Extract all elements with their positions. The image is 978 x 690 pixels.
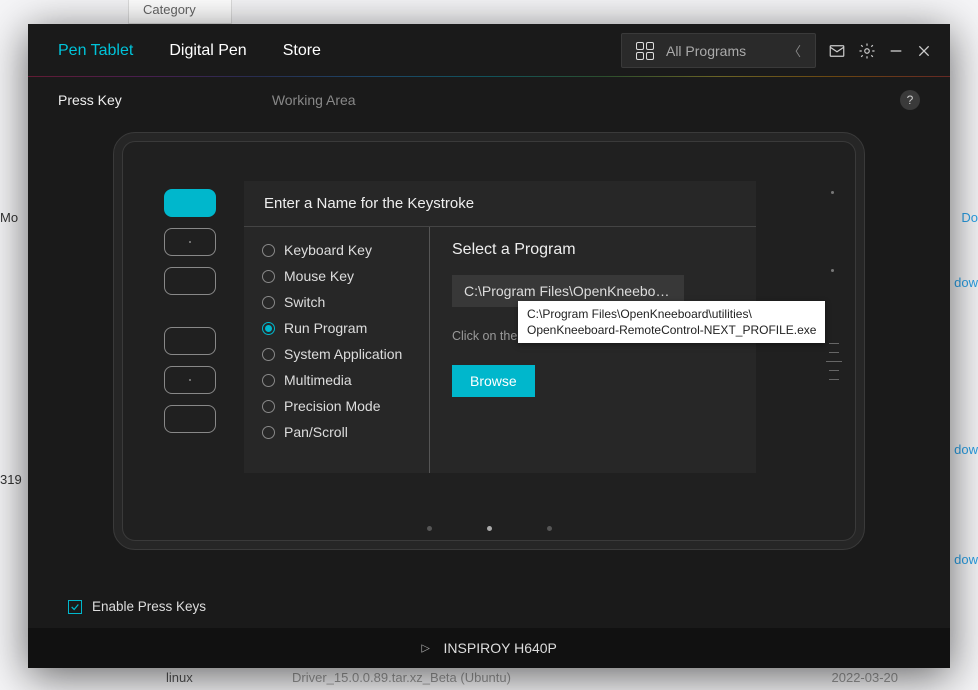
- path-tooltip: C:\Program Files\OpenKneeboard\utilities…: [518, 301, 825, 343]
- opt-multimedia[interactable]: Multimedia: [262, 367, 427, 393]
- tab-working-area[interactable]: Working Area: [272, 92, 356, 108]
- chevron-left-icon: 〈: [788, 41, 801, 60]
- help-icon[interactable]: ?: [900, 90, 920, 110]
- opt-pan-scroll[interactable]: Pan/Scroll: [262, 419, 427, 445]
- opt-run-program[interactable]: Run Program: [262, 315, 427, 341]
- bg-text: Driver_15.0.0.89.tar.xz_Beta (Ubuntu): [292, 670, 511, 685]
- checkbox-icon[interactable]: [68, 600, 82, 614]
- opt-label: System Application: [284, 346, 402, 362]
- opt-precision-mode[interactable]: Precision Mode: [262, 393, 427, 419]
- program-pane: Select a Program C:\Program Files\OpenKn…: [430, 227, 756, 473]
- hardkey-2[interactable]: [164, 228, 216, 256]
- page-indicator: [114, 526, 864, 531]
- program-pane-title: Select a Program: [452, 241, 734, 259]
- close-icon[interactable]: [916, 43, 932, 59]
- opt-label: Pan/Scroll: [284, 424, 348, 440]
- tab-store[interactable]: Store: [283, 42, 321, 60]
- tablet-outline: Enter a Name for the Keystroke Keyboard …: [113, 132, 865, 550]
- bg-text: Mo: [0, 210, 18, 225]
- mail-icon[interactable]: [828, 42, 846, 60]
- bg-text: 2022-03-20: [832, 670, 899, 685]
- panel-title: Enter a Name for the Keystroke: [244, 181, 756, 226]
- config-panel: Enter a Name for the Keystroke Keyboard …: [244, 181, 756, 473]
- opt-keyboard-key[interactable]: Keyboard Key: [262, 237, 427, 263]
- bg-text: linux: [166, 670, 193, 685]
- bg-link: dow: [954, 442, 978, 457]
- hardkey-1[interactable]: [164, 189, 216, 217]
- bg-link: dow: [954, 552, 978, 567]
- tab-press-key[interactable]: Press Key: [58, 92, 122, 108]
- action-type-list: Keyboard Key Mouse Key Switch Run Progra…: [244, 227, 430, 473]
- gear-icon[interactable]: [858, 42, 876, 60]
- apps-icon: [636, 42, 654, 60]
- opt-label: Keyboard Key: [284, 242, 372, 258]
- enable-press-keys-row[interactable]: Enable Press Keys: [28, 585, 950, 628]
- device-bar[interactable]: ▽ INSPIROY H640P: [28, 628, 950, 668]
- tab-digital-pen[interactable]: Digital Pen: [169, 42, 246, 60]
- hardkey-5[interactable]: [164, 366, 216, 394]
- opt-label: Mouse Key: [284, 268, 354, 284]
- opt-mouse-key[interactable]: Mouse Key: [262, 263, 427, 289]
- device-name: INSPIROY H640P: [444, 640, 557, 656]
- opt-label: Run Program: [284, 320, 367, 336]
- minimize-icon[interactable]: [888, 43, 904, 59]
- opt-switch[interactable]: Switch: [262, 289, 427, 315]
- opt-label: Switch: [284, 294, 325, 310]
- sub-header: Press Key Working Area ?: [28, 78, 950, 122]
- opt-system-application[interactable]: System Application: [262, 341, 427, 367]
- enable-press-keys-label: Enable Press Keys: [92, 599, 206, 614]
- bg-link: dow: [954, 275, 978, 290]
- hardkey-6[interactable]: [164, 405, 216, 433]
- chevron-right-icon: ▽: [419, 644, 432, 652]
- opt-label: Precision Mode: [284, 398, 381, 414]
- opt-label: Multimedia: [284, 372, 352, 388]
- browse-button[interactable]: Browse: [452, 365, 535, 397]
- bg-category-dropdown: Category: [128, 0, 232, 24]
- bg-text: 319: [0, 472, 22, 487]
- bg-link: Do: [961, 210, 978, 225]
- hardkey-column: [164, 189, 216, 433]
- program-dropdown-label: All Programs: [666, 43, 776, 59]
- program-dropdown[interactable]: All Programs 〈: [621, 33, 816, 68]
- title-bar: Pen Tablet Digital Pen Store All Program…: [28, 24, 950, 78]
- hardkey-3[interactable]: [164, 267, 216, 295]
- hardkey-4[interactable]: [164, 327, 216, 355]
- tab-pen-tablet[interactable]: Pen Tablet: [58, 42, 133, 60]
- app-window: Pen Tablet Digital Pen Store All Program…: [28, 24, 950, 668]
